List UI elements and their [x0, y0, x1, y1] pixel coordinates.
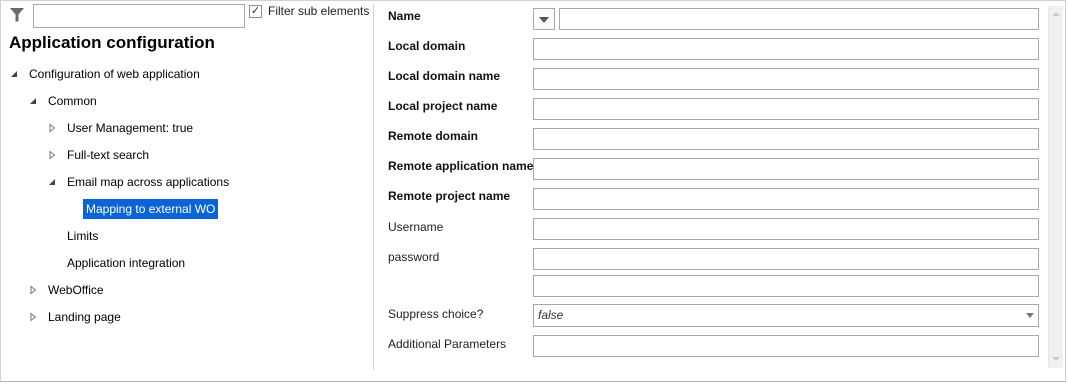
suppress-choice-label: Suppress choice?	[388, 307, 484, 321]
collapsed-arrow-icon[interactable]	[47, 150, 57, 160]
tree-item-limits[interactable]: Limits	[67, 226, 217, 246]
tree-item-root[interactable]: Configuration of web application	[9, 64, 309, 84]
chevron-down-icon	[1026, 313, 1034, 318]
suppress-choice-value: false	[538, 308, 564, 322]
expanded-arrow-icon[interactable]	[47, 177, 57, 187]
tree-item-label: User Management: true	[67, 121, 194, 135]
collapsed-arrow-icon[interactable]	[28, 312, 38, 322]
additional-parameters-label: Additional Parameters	[388, 337, 507, 351]
password-confirm-field[interactable]	[533, 275, 1039, 297]
local-domain-name-field[interactable]	[533, 68, 1039, 90]
tree-item-label: Application integration	[67, 256, 186, 270]
vertical-scrollbar[interactable]	[1048, 6, 1063, 368]
local-domain-name-label: Local domain name	[388, 69, 501, 83]
username-field[interactable]	[533, 218, 1039, 240]
name-field[interactable]	[559, 8, 1039, 30]
tree-item-label: Configuration of web application	[29, 67, 200, 81]
chevron-down-icon	[539, 17, 549, 23]
name-dropdown-button[interactable]	[533, 8, 555, 30]
remote-domain-field[interactable]	[533, 128, 1039, 150]
tree-item-user-management[interactable]: User Management: true	[47, 118, 247, 138]
expanded-arrow-icon[interactable]	[9, 69, 19, 79]
scroll-up-arrow-icon[interactable]	[1052, 11, 1060, 17]
expanded-arrow-icon[interactable]	[28, 96, 38, 106]
filter-icon[interactable]	[9, 7, 25, 23]
tree-item-label: WebOffice	[48, 283, 104, 297]
collapsed-arrow-icon[interactable]	[28, 285, 38, 295]
tree-panel: ✓ Filter sub elements Application config…	[0, 0, 373, 384]
scroll-down-arrow-icon[interactable]	[1052, 356, 1060, 362]
tree-item-label: Limits	[67, 229, 99, 243]
panel-splitter[interactable]	[373, 4, 374, 370]
tree-item-weboffice[interactable]: WebOffice	[28, 280, 228, 300]
local-project-name-field[interactable]	[533, 98, 1039, 120]
remote-project-name-label: Remote project name	[388, 189, 511, 203]
collapsed-arrow-icon[interactable]	[47, 123, 57, 133]
password-label: password	[388, 250, 440, 264]
filter-input[interactable]	[33, 4, 245, 28]
filter-sub-elements-checkbox[interactable]: ✓	[249, 5, 262, 18]
filter-sub-elements-label: Filter sub elements	[268, 4, 370, 18]
remote-project-name-field[interactable]	[533, 188, 1039, 210]
tree-item-label: Landing page	[48, 310, 121, 324]
tree-item-landing-page[interactable]: Landing page	[28, 307, 228, 327]
additional-parameters-field[interactable]	[533, 335, 1039, 357]
local-project-name-label: Local project name	[388, 99, 498, 113]
tree-item-label: Common	[48, 94, 97, 108]
tree-item-mapping-external-wo[interactable]: Mapping to external WO	[83, 199, 283, 219]
local-domain-field[interactable]	[533, 38, 1039, 60]
tree-item-label: Email map across applications	[67, 175, 230, 189]
local-domain-label: Local domain	[388, 39, 466, 53]
suppress-choice-select[interactable]: false	[533, 304, 1039, 327]
tree-item-label: Mapping to external WO	[83, 199, 219, 219]
remote-application-name-label: Remote application name	[388, 159, 534, 173]
tree-item-fulltext-search[interactable]: Full-text search	[47, 145, 247, 165]
tree-item-application-integration[interactable]: Application integration	[67, 253, 267, 273]
tree-item-label: Full-text search	[67, 148, 150, 162]
tree-item-common[interactable]: Common	[28, 91, 228, 111]
name-label: Name	[388, 9, 421, 23]
tree-item-email-map[interactable]: Email map across applications	[47, 172, 297, 192]
remote-application-name-field[interactable]	[533, 158, 1039, 180]
username-label: Username	[388, 220, 444, 234]
remote-domain-label: Remote domain	[388, 129, 479, 143]
password-field[interactable]	[533, 248, 1039, 270]
panel-title: Application configuration	[9, 33, 215, 52]
